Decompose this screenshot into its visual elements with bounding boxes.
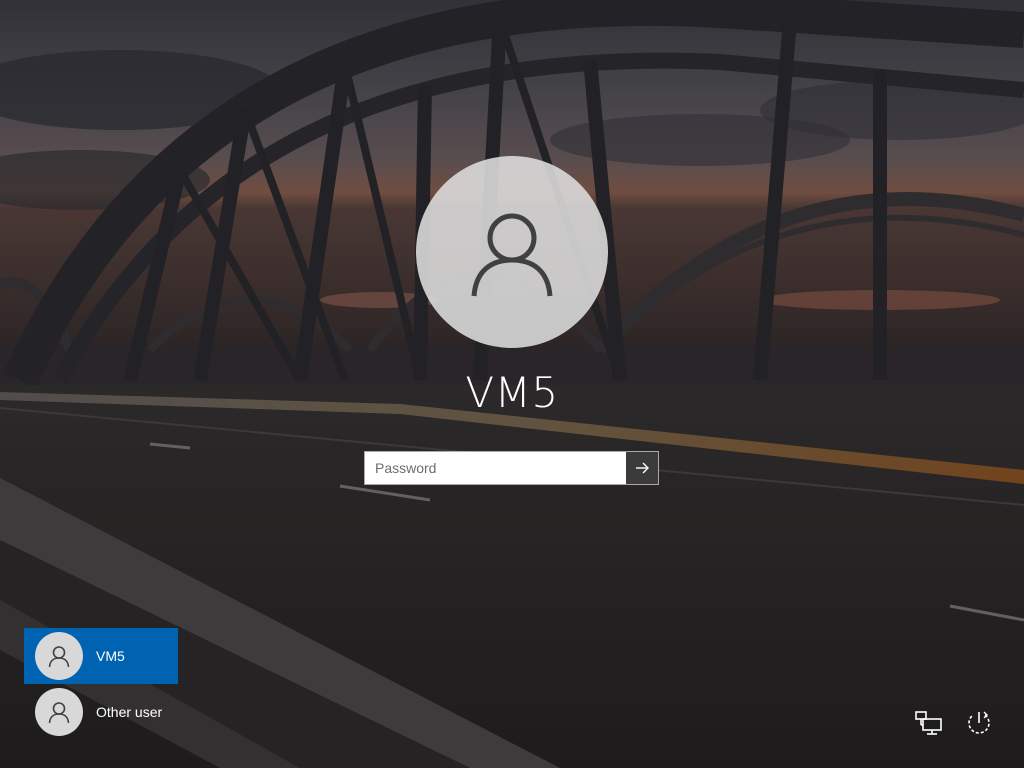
arrow-right-icon (636, 462, 649, 474)
system-tray (912, 706, 996, 740)
network-button[interactable] (912, 706, 946, 740)
user-avatar-icon (471, 213, 553, 297)
user-list: VM5 Other user (24, 628, 178, 740)
user-avatar-large (416, 156, 608, 348)
user-avatar-icon (48, 702, 70, 724)
password-input[interactable] (365, 452, 626, 484)
user-item-vm5[interactable]: VM5 (24, 628, 178, 684)
user-item-label: Other user (96, 704, 163, 720)
power-button[interactable] (962, 706, 996, 740)
submit-button[interactable] (626, 452, 658, 484)
password-field-group (364, 451, 659, 485)
lock-screen: VM5 VM5 Other user (0, 0, 1024, 768)
user-avatar-small (35, 632, 83, 680)
user-avatar-small (35, 688, 83, 736)
network-icon (915, 711, 942, 735)
user-item-other-user[interactable]: Other user (24, 684, 178, 740)
user-name-heading: VM5 (465, 368, 559, 417)
user-avatar-icon (48, 646, 70, 668)
user-item-label: VM5 (96, 648, 125, 664)
power-icon (968, 711, 990, 734)
